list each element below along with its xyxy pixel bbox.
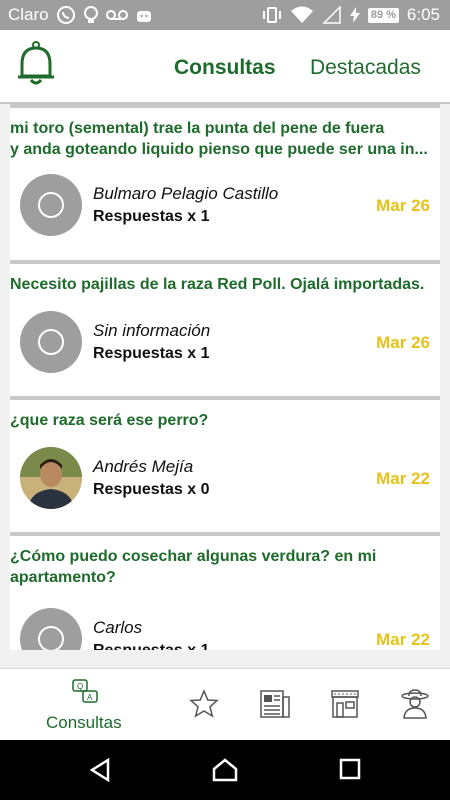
avatar-circle-icon xyxy=(38,192,64,218)
back-icon[interactable] xyxy=(88,757,112,787)
question-date: Mar 26 xyxy=(376,333,430,352)
question-meta: Sin información Respuestas x 1 Mar 26 xyxy=(10,311,440,375)
bell-icon[interactable] xyxy=(14,40,58,93)
clock: 6:05 xyxy=(406,5,440,24)
author-name: Sin información xyxy=(93,321,211,340)
question-date: Mar 26 xyxy=(376,196,430,215)
charging-icon xyxy=(349,7,360,23)
carrier-label: Claro xyxy=(8,5,49,24)
newspaper-icon[interactable] xyxy=(259,689,291,724)
store-icon[interactable] xyxy=(330,689,360,724)
question-meta: Carlos Respuestas x 1 Mar 22 xyxy=(10,608,440,650)
question-text[interactable]: Necesito pajillas de la raza Red Poll. O… xyxy=(10,264,440,295)
status-bar: Claro 89 % 6:05 xyxy=(0,0,450,30)
answers-count: Respuestas x 1 xyxy=(93,208,210,225)
consultas-qa-icon[interactable]: Q A xyxy=(72,679,98,710)
author-name: Bulmaro Pelagio Castillo xyxy=(93,184,279,203)
question-meta: Bulmaro Pelagio Castillo Respuestas x 1 … xyxy=(10,174,440,238)
avatar-circle-icon xyxy=(38,329,64,355)
system-navigation-bar xyxy=(0,740,450,800)
android-icon xyxy=(135,6,153,24)
svg-text:A: A xyxy=(87,693,93,702)
question-date: Mar 22 xyxy=(376,630,430,649)
avatar-placeholder xyxy=(20,174,82,236)
question-text[interactable]: mi toro (semental) trae la punta del pen… xyxy=(10,108,440,160)
question-card[interactable]: Necesito pajillas de la raza Red Poll. O… xyxy=(10,260,440,400)
avatar-photo xyxy=(20,447,82,509)
app-header: Consultas Destacadas xyxy=(0,30,450,104)
avatar-placeholder xyxy=(20,608,82,650)
avatar-circle-icon xyxy=(38,626,64,650)
battery-level: 89 % xyxy=(367,7,399,23)
author-name: Carlos xyxy=(93,618,143,637)
bottom-navigation: Q A Consultas xyxy=(0,668,450,741)
answers-count: Respuestas x 0 xyxy=(93,481,210,498)
star-icon[interactable] xyxy=(189,689,219,724)
vibrate-icon xyxy=(262,5,282,25)
question-text[interactable]: ¿Cómo puedo cosechar algunas verdura? en… xyxy=(10,536,440,588)
wifi-icon xyxy=(290,6,314,24)
author-name: Andrés Mejía xyxy=(93,457,194,476)
answers-count: Respuestas x 1 xyxy=(93,642,210,650)
signal-icon xyxy=(322,6,342,24)
nav-label-consultas[interactable]: Consultas xyxy=(46,713,122,733)
farmer-profile-icon[interactable] xyxy=(400,689,430,724)
tab-consultas[interactable]: Consultas xyxy=(174,56,276,80)
svg-text:Q: Q xyxy=(77,682,83,691)
question-card[interactable]: mi toro (semental) trae la punta del pen… xyxy=(10,104,440,266)
answers-count: Respuestas x 1 xyxy=(93,345,210,362)
question-card[interactable]: ¿que raza será ese perro? Andrés Mejía R… xyxy=(10,396,440,536)
whatsapp-icon xyxy=(56,5,76,25)
lightbulb-icon xyxy=(83,5,99,25)
question-meta: Andrés Mejía Respuestas x 0 Mar 22 xyxy=(10,447,440,511)
questions-feed[interactable]: mi toro (semental) trae la punta del pen… xyxy=(0,104,450,650)
question-text[interactable]: ¿que raza será ese perro? xyxy=(10,400,440,431)
question-card[interactable]: ¿Cómo puedo cosechar algunas verdura? en… xyxy=(10,532,440,650)
question-date: Mar 22 xyxy=(376,469,430,488)
voicemail-icon xyxy=(105,8,128,22)
tab-destacadas[interactable]: Destacadas xyxy=(310,56,421,80)
recents-icon[interactable] xyxy=(339,758,361,785)
home-icon[interactable] xyxy=(212,758,238,787)
avatar-placeholder xyxy=(20,311,82,373)
